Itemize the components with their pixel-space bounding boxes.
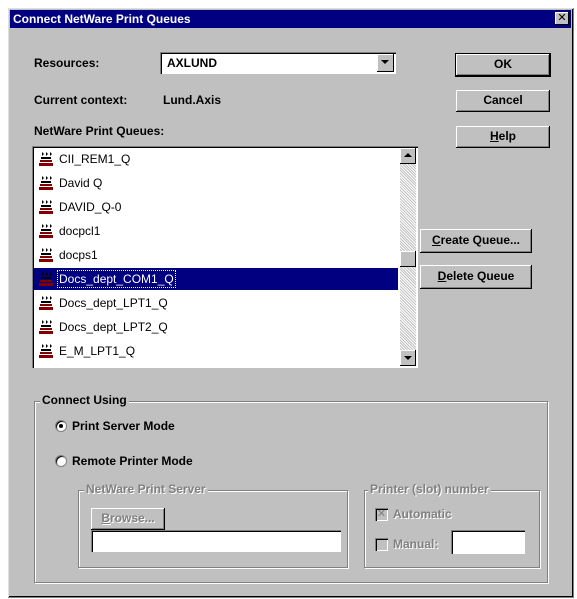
chevron-down-icon [381, 60, 389, 64]
browse-accelerator: B [101, 511, 110, 525]
queue-name: CII_REM1_Q [59, 152, 131, 166]
manual-label: Manual: [393, 537, 439, 551]
queue-list-item[interactable]: CII_REM1_Q [34, 148, 398, 170]
queue-list-item[interactable]: Docs_dept_COM1_Q [34, 268, 398, 290]
print-queue-icon [39, 200, 53, 214]
queue-name: David Q [59, 176, 103, 190]
queue-name: docpcl1 [59, 224, 101, 238]
scroll-down-button[interactable] [400, 350, 416, 366]
automatic-label: Automatic [393, 507, 452, 521]
print-queues-listbox[interactable]: CII_REM1_Q David Q DAVID_Q-0 docpcl1 docps1 D… [32, 146, 418, 368]
resources-label: Resources: [34, 56, 100, 70]
print-queue-icon [39, 344, 53, 358]
queue-list-item[interactable]: Docs_dept_LPT1_Q [34, 292, 398, 314]
resources-value: AXLUND [167, 56, 217, 70]
queue-name: Docs_dept_LPT2_Q [59, 320, 168, 334]
print-queue-icon [39, 248, 53, 262]
arrow-down-icon [404, 356, 412, 360]
queue-list-item[interactable]: E_M_LPT1_Q [34, 340, 398, 362]
queue-list-item[interactable]: docps1 [34, 244, 398, 266]
queue-name: E_M_LPT1_Q [59, 344, 136, 358]
remote-printer-mode-label[interactable]: Remote Printer Mode [72, 454, 193, 468]
manual-checkbox[interactable] [375, 538, 388, 551]
current-context-label: Current context: [34, 93, 128, 107]
scroll-up-button[interactable] [400, 148, 416, 164]
print-server-mode-label[interactable]: Print Server Mode [72, 419, 175, 433]
create-queue-button[interactable]: Create Queue... [420, 229, 532, 253]
print-queue-icon [39, 224, 53, 238]
resources-dropdown-button[interactable] [377, 54, 394, 72]
current-context-value: Lund.Axis [163, 93, 222, 107]
print-queues-label: NetWare Print Queues: [34, 124, 165, 138]
window-title: Connect NetWare Print Queues [13, 12, 191, 26]
create-accelerator: C [431, 233, 441, 247]
help-label-rest: elp [498, 129, 516, 143]
help-accelerator: H [489, 129, 499, 143]
print-queue-icon [39, 152, 53, 166]
queue-list-item[interactable]: David Q [34, 172, 398, 194]
netware-print-server-title: NetWare Print Server [84, 482, 208, 496]
queue-list-item[interactable]: docpcl1 [34, 220, 398, 242]
cancel-button[interactable]: Cancel [456, 90, 550, 112]
resources-combobox[interactable]: AXLUND [160, 52, 396, 74]
remote-printer-mode-radio[interactable] [55, 455, 67, 467]
queue-list-item[interactable]: Docs_dept_LPT2_Q [34, 316, 398, 338]
queue-list-item[interactable]: DAVID_Q-0 [34, 196, 398, 218]
queue-name: docps1 [59, 248, 98, 262]
print-server-mode-radio[interactable] [55, 420, 67, 432]
printer-slot-group [364, 490, 540, 568]
close-icon[interactable]: ✕ [555, 12, 569, 25]
queue-name: Docs_dept_COM1_Q [57, 270, 176, 288]
scroll-thumb[interactable] [400, 251, 416, 267]
manual-slot-field[interactable] [451, 530, 525, 554]
queue-name: Docs_dept_LPT1_Q [59, 296, 168, 310]
queue-name: DAVID_Q-0 [59, 200, 122, 214]
print-queue-icon [39, 320, 53, 334]
automatic-checkbox[interactable]: ✕ [375, 508, 388, 521]
connect-print-queues-dialog: Connect NetWare Print Queues ✕ Resources… [8, 8, 574, 598]
delete-queue-button[interactable]: Delete Queue [420, 265, 532, 289]
title-bar: Connect NetWare Print Queues ✕ [10, 10, 571, 28]
delete-accelerator: D [437, 269, 447, 283]
connect-using-title: Connect Using [40, 393, 129, 407]
help-button[interactable]: Help [456, 126, 550, 148]
browse-button[interactable]: Browse... [91, 508, 165, 530]
print-queue-icon [39, 296, 53, 310]
create-label-rest: reate Queue... [440, 233, 521, 247]
print-server-field[interactable] [91, 530, 341, 552]
print-queue-icon [39, 272, 53, 286]
printer-slot-title: Printer (slot) number [368, 482, 491, 496]
delete-label-rest: elete Queue [446, 269, 515, 283]
radio-selected-dot [59, 424, 63, 428]
browse-label-rest: rowse... [109, 511, 155, 525]
print-queue-icon [39, 176, 53, 190]
list-scrollbar[interactable] [400, 148, 416, 366]
ok-button[interactable]: OK [455, 53, 551, 77]
arrow-up-icon [404, 153, 412, 157]
